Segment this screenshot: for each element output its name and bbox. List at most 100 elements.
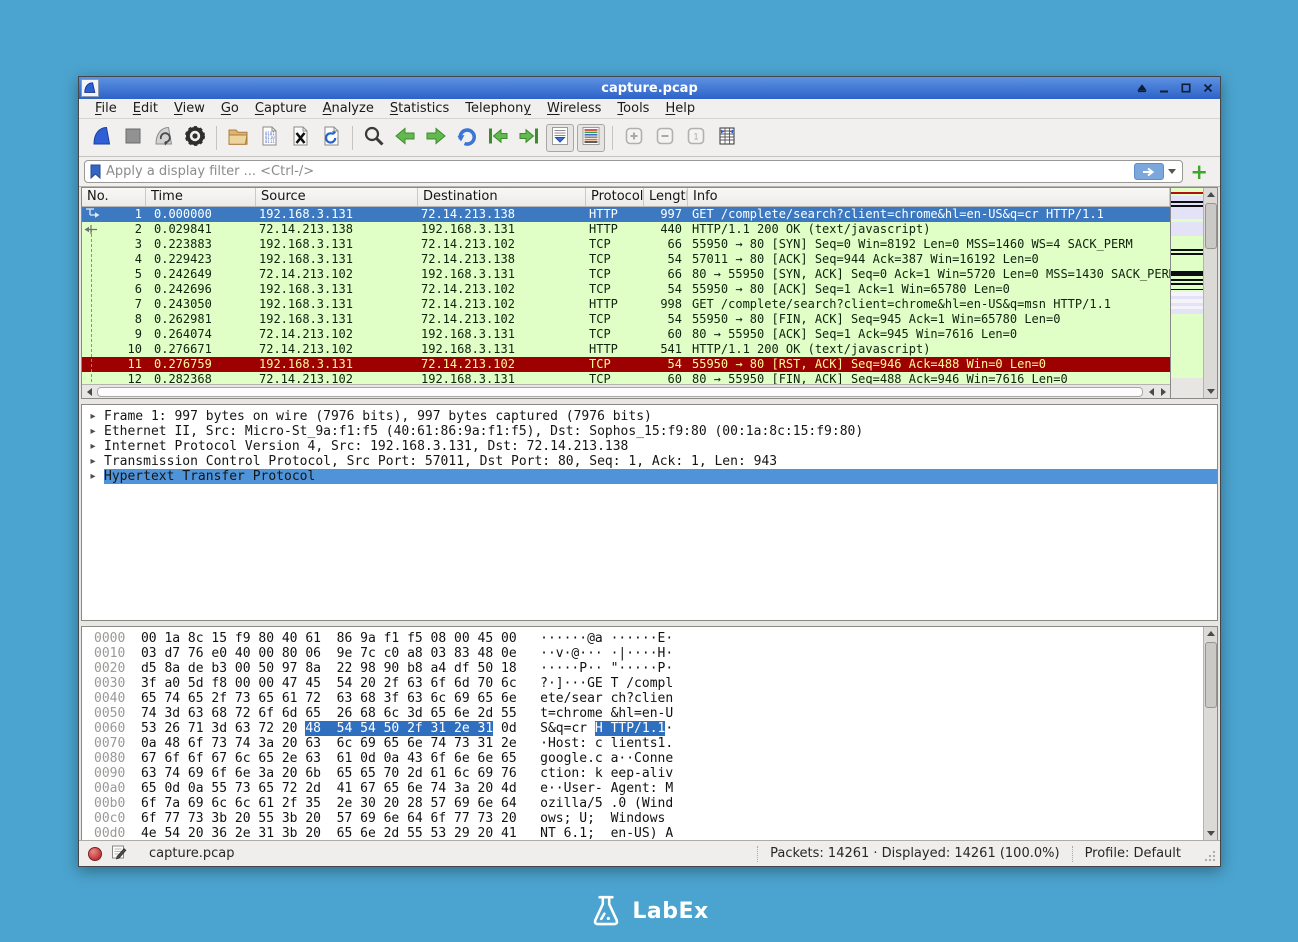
column-header-destination[interactable]: Destination [418,188,586,206]
hex-row[interactable]: 00a0 65 0d 0a 55 73 65 72 2d 41 67 65 6e… [94,781,1217,796]
filter-dropdown-caret[interactable] [1168,169,1176,174]
hex-row[interactable]: 0010 03 d7 76 e0 40 00 80 06 9e 7c c0 a8… [94,646,1217,661]
packet-row[interactable]: 20.02984172.14.213.138192.168.3.131HTTP4… [82,222,1170,237]
expander-triangle-icon[interactable]: ▸ [82,469,104,484]
hex-row[interactable]: 0080 67 6f 6f 67 6c 65 2e 63 61 0d 0a 43… [94,751,1217,766]
menu-wireless[interactable]: Wireless [539,100,609,117]
hex-row[interactable]: 0050 74 3d 63 68 72 6f 6d 65 26 68 6c 3d… [94,706,1217,721]
packet-list-vertical-scrollbar[interactable] [1203,188,1217,398]
capture-comment-icon[interactable] [111,844,127,864]
expert-info-icon[interactable] [88,847,102,861]
menu-go[interactable]: Go [213,100,247,117]
menu-help[interactable]: Help [657,100,703,117]
column-header-no[interactable]: No. [82,188,146,206]
expander-triangle-icon[interactable]: ▸ [82,409,104,424]
scroll-up-arrow-icon[interactable] [1204,188,1217,201]
bytes-scroll-up-arrow-icon[interactable] [1204,627,1217,640]
toolbar-file-open-button[interactable] [224,124,252,152]
detail-line[interactable]: ▸Hypertext Transfer Protocol [82,469,1217,484]
column-header-time[interactable]: Time [146,188,256,206]
expander-triangle-icon[interactable]: ▸ [82,454,104,469]
toolbar-go-first-button[interactable] [484,124,512,152]
menu-file[interactable]: File [87,100,125,117]
detail-line[interactable]: ▸Internet Protocol Version 4, Src: 192.1… [82,439,1217,454]
add-filter-button-plus-icon[interactable]: + [1183,162,1215,182]
scroll-right-arrow-icon[interactable] [1157,386,1169,398]
status-profile[interactable]: Profile: Default [1085,846,1181,861]
display-filter-input[interactable]: Apply a display filter ... <Ctrl-/> [84,160,1183,183]
titlebar[interactable]: capture.pcap [79,77,1220,99]
detail-line[interactable]: ▸Ethernet II, Src: Micro-St_9a:f1:f5 (40… [82,424,1217,439]
packet-row[interactable]: 50.24264972.14.213.102192.168.3.131TCP66… [82,267,1170,282]
packet-row[interactable]: 80.262981192.168.3.13172.14.213.102TCP54… [82,312,1170,327]
menu-tools[interactable]: Tools [609,100,657,117]
scroll-left-arrow2-icon[interactable] [1145,386,1157,398]
packet-row[interactable]: 100.27667172.14.213.102192.168.3.131HTTP… [82,342,1170,357]
expander-triangle-icon[interactable]: ▸ [82,439,104,454]
toolbar-go-last-button[interactable] [515,124,543,152]
resize-grip[interactable] [1203,849,1216,866]
packet-row[interactable]: 110.276759192.168.3.13172.14.213.102TCP5… [82,357,1170,372]
hex-row[interactable]: 0030 3f a0 5d f8 00 00 47 45 54 20 2f 63… [94,676,1217,691]
packet-row[interactable]: 30.223883192.168.3.13172.14.213.102TCP66… [82,237,1170,252]
detail-line[interactable]: ▸Frame 1: 997 bytes on wire (7976 bits),… [82,409,1217,424]
column-header-protocol[interactable]: Protocol [586,188,644,206]
toolbar-find-packet-button[interactable] [360,124,388,152]
toolbar-auto-scroll-button[interactable] [546,124,574,152]
menu-view[interactable]: View [166,100,213,117]
packet-row[interactable]: 10.000000192.168.3.13172.14.213.138HTTP9… [82,207,1170,222]
hex-row[interactable]: 0090 63 74 69 6f 6e 3a 20 6b 65 65 70 2d… [94,766,1217,781]
apply-filter-button[interactable] [1134,163,1164,180]
bytes-scroll-down-arrow-icon[interactable] [1204,827,1217,840]
toolbar-zoom-100-button[interactable]: 1 [682,124,710,152]
toolbar-go-to-packet-button[interactable] [453,124,481,152]
menu-telephony[interactable]: Telephony [457,100,539,117]
bytes-scroll-thumb[interactable] [1205,642,1217,708]
toolbar-go-forward-button[interactable] [422,124,450,152]
maximize-button[interactable] [1179,82,1192,95]
menu-capture[interactable]: Capture [247,100,315,117]
hex-row[interactable]: 0020 d5 8a de b3 00 50 97 8a 22 98 90 b8… [94,661,1217,676]
column-header-length[interactable]: Length [644,188,688,206]
toolbar-capture-start-button[interactable] [88,124,116,152]
hex-row[interactable]: 0070 0a 48 6f 73 74 3a 20 63 6c 69 65 6e… [94,736,1217,751]
packet-row[interactable]: 120.28236872.14.213.102192.168.3.131TCP6… [82,372,1170,384]
menu-analyze[interactable]: Analyze [315,100,382,117]
toolbar-zoom-out-button[interactable] [651,124,679,152]
bytes-vertical-scrollbar[interactable] [1203,627,1217,840]
column-header-info[interactable]: Info [688,188,1170,206]
packet-list-horizontal-scrollbar[interactable] [82,384,1170,398]
close-button[interactable] [1201,82,1214,95]
hex-row[interactable]: 0060 53 26 71 3d 63 72 20 48 54 54 50 2f… [94,721,1217,736]
toolbar-file-reload-button[interactable] [317,124,345,152]
toolbar-capture-stop-button[interactable] [119,124,147,152]
shade-button[interactable] [1135,82,1148,95]
packet-row[interactable]: 70.243050192.168.3.13172.14.213.102HTTP9… [82,297,1170,312]
toolbar-zoom-in-button[interactable] [620,124,648,152]
column-header-source[interactable]: Source [256,188,418,206]
toolbar-go-back-button[interactable] [391,124,419,152]
toolbar-colorize-button[interactable] [577,124,605,152]
detail-line[interactable]: ▸Transmission Control Protocol, Src Port… [82,454,1217,469]
menu-edit[interactable]: Edit [125,100,166,117]
vertical-scroll-thumb[interactable] [1205,203,1217,249]
hex-row[interactable]: 0040 65 74 65 2f 73 65 61 72 63 68 3f 63… [94,691,1217,706]
scroll-left-arrow-icon[interactable] [83,386,95,398]
toolbar-capture-options-button[interactable] [181,124,209,152]
hex-row[interactable]: 00c0 6f 77 73 3b 20 55 3b 20 57 69 6e 64… [94,811,1217,826]
toolbar-file-close-button[interactable] [286,124,314,152]
hex-row[interactable]: 0000 00 1a 8c 15 f9 80 40 61 86 9a f1 f5… [94,631,1217,646]
packet-row[interactable]: 90.26407472.14.213.102192.168.3.131TCP60… [82,327,1170,342]
intelligent-scrollbar-minimap[interactable] [1170,188,1203,398]
toolbar-resize-columns-button[interactable] [713,124,741,152]
menu-statistics[interactable]: Statistics [382,100,457,117]
expander-triangle-icon[interactable]: ▸ [82,424,104,439]
packet-row[interactable]: 60.242696192.168.3.13172.14.213.102TCP54… [82,282,1170,297]
toolbar-file-save-button[interactable]: 010101100111 [255,124,283,152]
bookmark-icon[interactable] [89,164,102,179]
scroll-down-arrow-icon[interactable] [1204,385,1217,398]
minimize-button[interactable] [1157,82,1170,95]
horizontal-scroll-thumb[interactable] [97,387,1143,397]
packet-row[interactable]: 40.229423192.168.3.13172.14.213.138TCP54… [82,252,1170,267]
toolbar-capture-restart-button[interactable] [150,124,178,152]
